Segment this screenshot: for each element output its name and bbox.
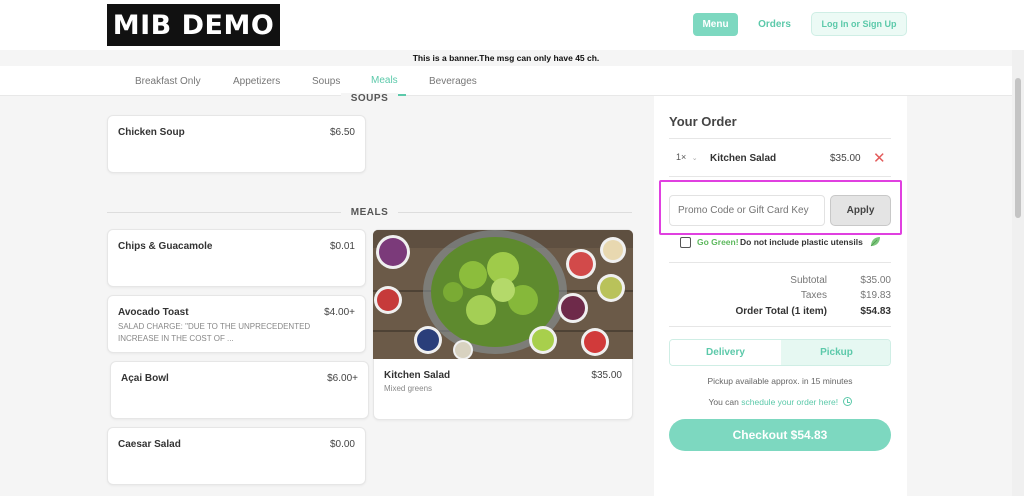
menu-item-description: SALAD CHARGE: "DUE TO THE UNPRECEDENTED … — [118, 322, 311, 343]
menu-item-name: Avocado Toast — [118, 307, 189, 318]
subtotal-value: $35.00 — [860, 275, 891, 286]
login-signup-button[interactable]: Log In or Sign Up — [811, 12, 907, 36]
salad-photo-illustration — [373, 230, 633, 359]
menu-item-price: $6.50 — [329, 127, 355, 138]
menu-item-price: $0.00 — [329, 439, 355, 450]
menu-item-card[interactable]: Açai Bowl $6.00+ — [110, 361, 369, 419]
taxes-value: $19.83 — [860, 290, 891, 301]
menu-item-card[interactable]: Chicken Soup $6.50 — [107, 115, 366, 173]
menu-item-price: $6.00+ — [327, 373, 358, 384]
menu-item-card[interactable]: Avocado Toast $4.00+ SALAD CHARGE: "DUE … — [107, 295, 366, 353]
promo-code-input[interactable] — [669, 195, 825, 226]
close-icon[interactable]: ✕ — [873, 149, 886, 167]
clock-icon — [842, 397, 852, 406]
menu-item-card[interactable]: Chips & Guacamole $0.01 — [107, 229, 366, 287]
pickup-eta-note: Pickup available approx. in 15 minutes — [707, 376, 853, 386]
fulfillment-toggle: Delivery Pickup — [669, 339, 891, 366]
nav-orders-link[interactable]: Orders — [752, 13, 797, 36]
delivery-option[interactable]: Delivery — [670, 340, 781, 365]
order-total-label: Order Total (1 item) — [735, 306, 828, 317]
go-green-text: Do not include plastic utensils — [740, 237, 863, 247]
menu-item-price: $35.00 — [591, 370, 622, 381]
taxes-label: Taxes — [800, 290, 827, 301]
go-green-label: Go Green! — [697, 237, 739, 247]
divider — [669, 326, 891, 327]
kitchen-salad-image — [373, 230, 633, 359]
menu-item-card[interactable]: Caesar Salad $0.00 — [107, 427, 366, 485]
apply-promo-button[interactable]: Apply — [830, 195, 891, 226]
top-bar: MIB DEMO Menu Orders Log In or Sign Up — [0, 0, 1024, 50]
schedule-order-link[interactable]: schedule your order here! — [741, 397, 838, 407]
nav-menu-button[interactable]: Menu — [693, 13, 738, 36]
checkout-button[interactable]: Checkout $54.83 — [669, 419, 891, 451]
order-title: Your Order — [669, 114, 737, 129]
divider — [669, 138, 891, 139]
menu-item-price: $0.01 — [329, 241, 355, 252]
schedule-line: You can schedule your order here! — [669, 397, 891, 407]
page-scrollbar[interactable] — [1012, 50, 1024, 496]
order-item-name: Kitchen Salad — [710, 153, 777, 164]
go-green-checkbox[interactable] — [680, 237, 691, 248]
announcement-banner: This is a banner.The msg can only have 4… — [0, 50, 1012, 65]
divider — [669, 176, 891, 177]
scrollbar-thumb[interactable] — [1015, 78, 1021, 218]
menu-item-name: Açai Bowl — [121, 373, 169, 384]
menu-item-name: Caesar Salad — [118, 439, 181, 450]
divider — [669, 262, 891, 263]
menu-item-price: $4.00+ — [324, 307, 355, 318]
pickup-option[interactable]: Pickup — [781, 340, 890, 365]
order-item-price: $35.00 — [830, 153, 861, 164]
logo[interactable]: MIB DEMO — [107, 4, 280, 46]
subtotal-label: Subtotal — [790, 275, 827, 286]
menu-item-name: Chips & Guacamole — [118, 241, 213, 252]
leaf-icon — [870, 237, 880, 247]
section-title-meals: MEALS — [107, 206, 632, 218]
menu-item-description: Mixed greens — [384, 384, 433, 393]
order-total-value: $54.83 — [860, 306, 891, 317]
section-title-soups: SOUPS — [107, 92, 632, 104]
chevron-down-icon: ⌄ — [691, 155, 698, 162]
quantity-select[interactable]: 1× ⌄ — [676, 152, 698, 162]
menu-item-name: Kitchen Salad — [384, 370, 451, 381]
menu-item-name: Chicken Soup — [118, 127, 185, 138]
